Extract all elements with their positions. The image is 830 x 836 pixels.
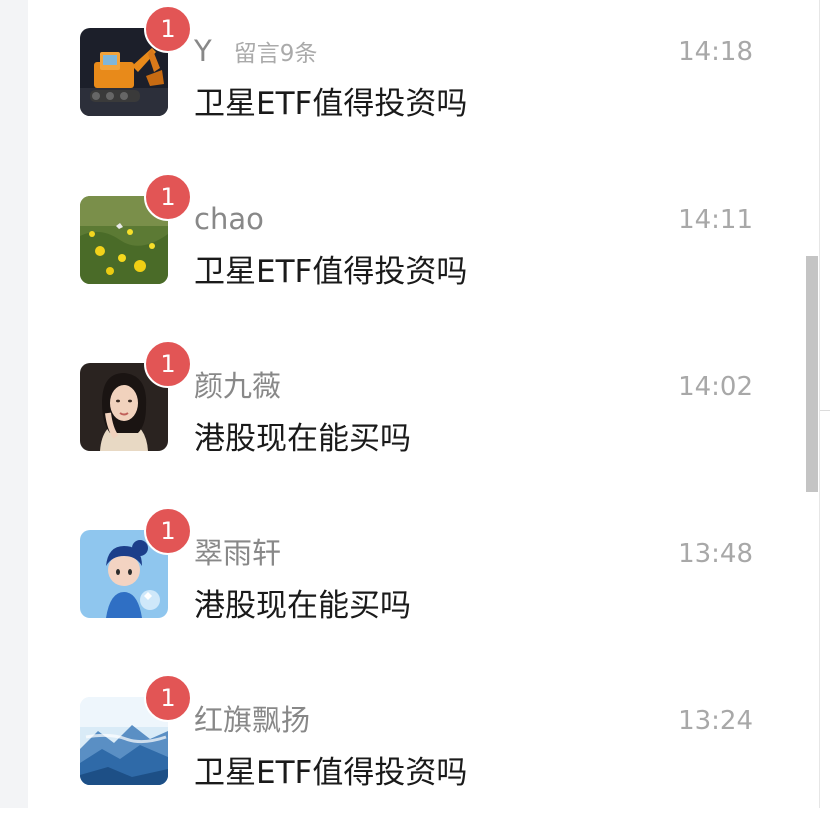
conversation-item[interactable]: 1 Y 留言9条 14:18 卫星ETF值得投资吗: [28, 0, 805, 167]
unread-badge: 1: [144, 507, 192, 555]
scrollbar-thumb[interactable]: [806, 256, 818, 492]
timestamp: 13:24: [678, 706, 753, 736]
panel-divider: [819, 0, 820, 808]
message-preview: 港股现在能买吗: [194, 421, 411, 457]
contact-name: chao: [194, 202, 264, 236]
divider-tick: [820, 410, 830, 411]
message-preview: 港股现在能买吗: [194, 588, 411, 624]
contact-name: Y 留言9条: [194, 32, 317, 73]
contact-name: 颜九薇: [194, 369, 282, 403]
contact-name-text: Y: [194, 34, 212, 68]
timestamp: 14:02: [678, 372, 753, 402]
timestamp: 14:11: [678, 205, 753, 235]
message-preview: 卫星ETF值得投资吗: [194, 755, 468, 791]
message-count-note: 留言9条: [233, 41, 318, 67]
contact-name: 翠雨轩: [194, 536, 282, 570]
message-preview: 卫星ETF值得投资吗: [194, 254, 468, 290]
left-panel-edge: [0, 0, 28, 808]
conversation-list: 1 Y 留言9条 14:18 卫星ETF值得投资吗 1 chao 14:11 卫…: [28, 0, 805, 808]
timestamp: 13:48: [678, 539, 753, 569]
unread-badge: 1: [144, 5, 192, 53]
message-preview: 卫星ETF值得投资吗: [194, 86, 468, 122]
conversation-item[interactable]: 1 红旗飘扬 13:24 卫星ETF值得投资吗: [28, 669, 805, 836]
conversation-item[interactable]: 1 chao 14:11 卫星ETF值得投资吗: [28, 168, 805, 335]
unread-badge: 1: [144, 173, 192, 221]
timestamp: 14:18: [678, 37, 753, 67]
conversation-item[interactable]: 1 颜九薇 14:02 港股现在能买吗: [28, 335, 805, 502]
unread-badge: 1: [144, 674, 192, 722]
unread-badge: 1: [144, 340, 192, 388]
conversation-item[interactable]: 1 翠雨轩 13:48 港股现在能买吗: [28, 502, 805, 669]
contact-name: 红旗飘扬: [194, 703, 311, 737]
